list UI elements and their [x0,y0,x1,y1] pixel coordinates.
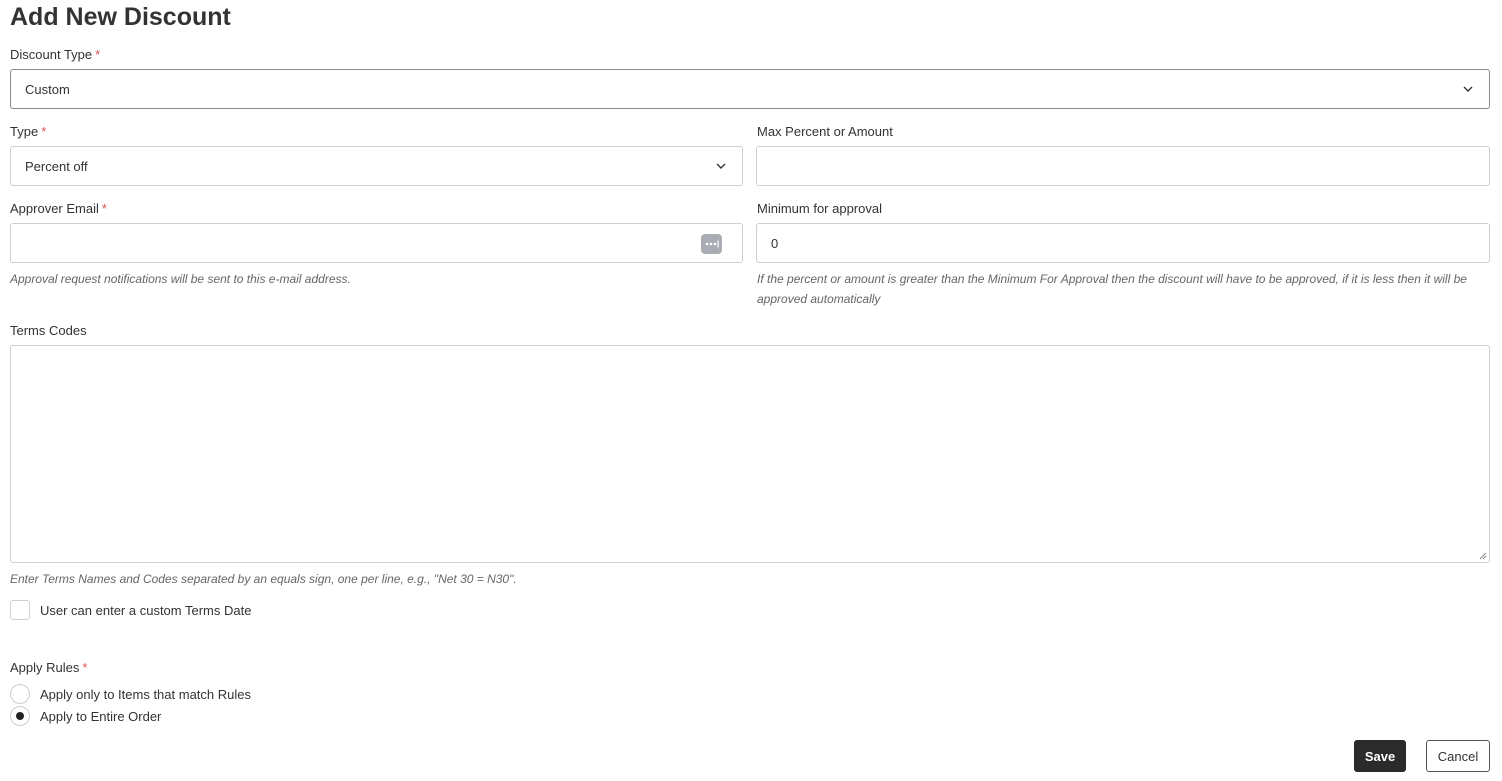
type-select[interactable]: Percent off [10,146,743,186]
required-marker: * [82,660,88,675]
cancel-button[interactable]: Cancel [1426,740,1490,772]
required-marker: * [101,201,107,216]
custom-terms-date-label: User can enter a custom Terms Date [40,603,252,618]
approver-email-label-text: Approver Email [10,201,99,216]
min-approval-help: If the percent or amount is greater than… [757,272,1467,306]
apply-rules-label-text: Apply Rules [10,660,80,675]
discount-type-value: Custom [25,81,70,97]
apply-rules-option-entire-order-label: Apply to Entire Order [40,709,162,724]
approver-email-help: Approval request notifications will be s… [10,272,351,286]
approver-email-label: Approver Email * [10,201,107,217]
chevron-down-icon [716,163,726,169]
chevron-down-icon [1463,86,1473,92]
required-marker: * [95,47,101,62]
password-manager-icon[interactable] [701,234,722,254]
terms-codes-help: Enter Terms Names and Codes separated by… [10,572,517,586]
page-title: Add New Discount [10,3,231,31]
min-approval-value: 0 [771,235,779,251]
apply-rules-radio-items[interactable] [10,684,30,704]
type-value: Percent off [25,158,88,174]
terms-codes-textarea[interactable] [10,345,1490,563]
type-label: Type * [10,124,46,140]
save-button[interactable]: Save [1354,740,1406,772]
discount-type-label: Discount Type * [10,47,100,63]
max-amount-label: Max Percent or Amount [757,124,893,139]
type-label-text: Type [10,124,39,139]
min-approval-label: Minimum for approval [757,201,882,216]
discount-type-select[interactable]: Custom [10,69,1490,109]
discount-type-label-text: Discount Type [10,47,93,62]
apply-rules-option-items-label: Apply only to Items that match Rules [40,687,251,702]
resize-handle-icon[interactable] [1477,550,1487,560]
custom-terms-date-checkbox[interactable] [10,600,30,620]
min-approval-input[interactable]: 0 [756,223,1490,263]
required-marker: * [41,124,47,139]
approver-email-input[interactable] [10,223,743,263]
dots-icon [705,240,719,248]
max-amount-input[interactable] [756,146,1490,186]
terms-codes-label: Terms Codes [10,323,87,338]
apply-rules-radio-entire-order[interactable] [10,706,30,726]
apply-rules-label: Apply Rules * [10,660,87,676]
